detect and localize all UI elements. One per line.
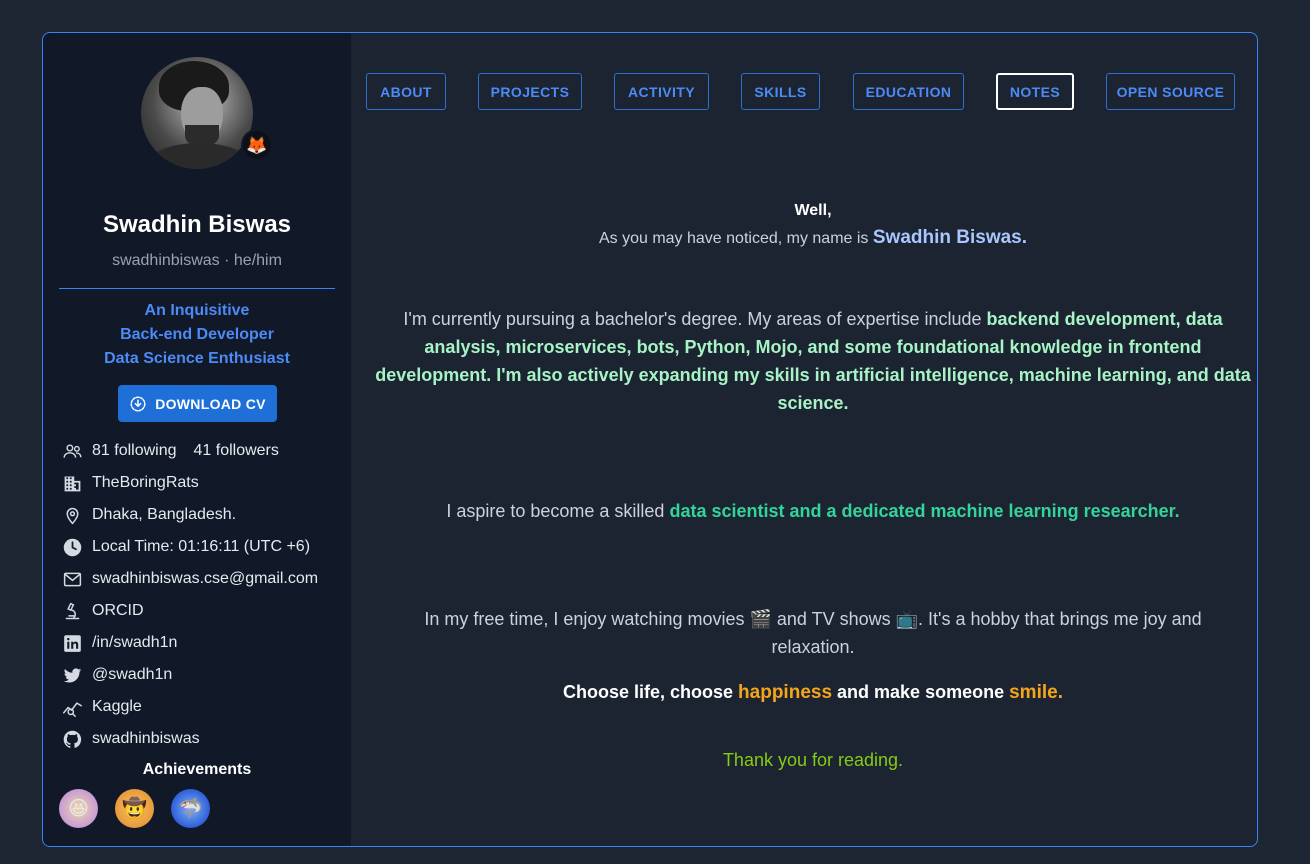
- tab-bar: ABOUT PROJECTS ACTIVITY SKILLS EDUCATION…: [366, 73, 1246, 110]
- happiness-word: happiness: [738, 682, 833, 703]
- kaggle-link[interactable]: Kaggle: [92, 698, 142, 716]
- profile-name: Swadhin Biswas: [102, 211, 292, 238]
- role-line: An Inquisitive: [144, 302, 250, 319]
- achievements-title: Achievements: [142, 761, 252, 778]
- sidebar: 🦊 Swadhin Biswas swadhinbiswas · he/him …: [43, 33, 351, 846]
- tab-notes[interactable]: NOTES: [996, 73, 1074, 110]
- profile-info-list: 81 following 41 followers TheBoringRats …: [61, 435, 351, 755]
- divider: [59, 288, 335, 289]
- aspire-text: I aspire to become a skilled: [446, 501, 670, 521]
- thanks-line: Thank you for reading.: [722, 750, 904, 770]
- local-time: Local Time: 01:16:11 (UTC +6): [61, 531, 351, 563]
- achievement-quickdraw-icon[interactable]: 😆: [59, 789, 98, 828]
- free-time-paragraph: In my free time, I enjoy watching movies…: [424, 609, 1202, 657]
- chart-search-icon: [61, 696, 83, 718]
- mail-icon: [61, 568, 83, 590]
- achievement-pull-shark-icon[interactable]: 🤠: [115, 789, 154, 828]
- orcid-link[interactable]: ORCID: [92, 602, 144, 620]
- aspire-paragraph: I aspire to become a skilled data scient…: [373, 497, 1253, 525]
- follow-stats: 81 following 41 followers: [61, 435, 351, 467]
- fox-status-icon: 🦊: [241, 129, 273, 161]
- download-cv-label: DOWNLOAD CV: [155, 395, 266, 412]
- degree-paragraph: I'm currently pursuing a bachelor's degr…: [373, 305, 1253, 417]
- profile-handle: swadhinbiswas · he/him: [112, 252, 282, 269]
- choose-life-line: Choose life, choose happiness and make s…: [373, 678, 1253, 707]
- email: swadhinbiswas.cse@gmail.com: [61, 563, 351, 595]
- tab-skills[interactable]: SKILLS: [741, 73, 820, 110]
- organization-label[interactable]: TheBoringRats: [92, 474, 199, 492]
- orcid: ORCID: [61, 595, 351, 627]
- aspire-highlight: data scientist and a dedicated machine l…: [669, 501, 1180, 521]
- github-link[interactable]: swadhinbiswas: [92, 730, 200, 748]
- linkedin-icon: [61, 632, 83, 654]
- linkedin-link[interactable]: /in/swadh1n: [92, 634, 177, 652]
- tab-projects[interactable]: PROJECTS: [478, 73, 582, 110]
- tab-activity[interactable]: ACTIVITY: [614, 73, 709, 110]
- email-link[interactable]: swadhinbiswas.cse@gmail.com: [92, 570, 318, 588]
- organization: TheBoringRats: [61, 467, 351, 499]
- tab-open-source[interactable]: OPEN SOURCE: [1106, 73, 1235, 110]
- twitter-link[interactable]: @swadh1n: [92, 666, 172, 684]
- achievements-row: 😆 🤠 🦈: [59, 789, 210, 828]
- tab-education[interactable]: EDUCATION: [853, 73, 964, 110]
- choose-text-2: and make someone: [832, 682, 1010, 702]
- linkedin: /in/swadh1n: [61, 627, 351, 659]
- building-icon: [61, 472, 83, 494]
- intro-text: As you may have noticed, my name is: [598, 230, 873, 247]
- degree-text: I'm currently pursuing a bachelor's degr…: [403, 309, 987, 329]
- microscope-icon: [61, 600, 83, 622]
- github: swadhinbiswas: [61, 723, 351, 755]
- twitter: @swadh1n: [61, 659, 351, 691]
- location-label: Dhaka, Bangladesh.: [92, 506, 237, 523]
- role-line: Back-end Developer: [120, 326, 274, 343]
- intro-name: Swadhin Biswas.: [872, 227, 1028, 248]
- followers-link[interactable]: 41 followers: [194, 442, 279, 460]
- role-line: Data Science Enthusiast: [104, 350, 290, 367]
- intro-paragraph: Well, As you may have noticed, my name i…: [373, 197, 1253, 252]
- roles: An Inquisitive Back-end Developer Data S…: [43, 299, 351, 371]
- following-link[interactable]: 81 following: [92, 442, 177, 460]
- local-time-label: Local Time: 01:16:11 (UTC +6): [92, 538, 311, 555]
- achievement-yolo-icon[interactable]: 🦈: [171, 789, 210, 828]
- people-icon: [61, 440, 83, 462]
- download-cv-button[interactable]: DOWNLOAD CV: [118, 385, 277, 422]
- well-text: Well,: [794, 202, 832, 219]
- twitter-icon: [61, 664, 83, 686]
- profile-card: 🦊 Swadhin Biswas swadhinbiswas · he/him …: [42, 32, 1258, 847]
- tab-about[interactable]: ABOUT: [366, 73, 446, 110]
- download-circle-icon: [130, 396, 146, 411]
- location-pin-icon: [61, 504, 83, 526]
- kaggle: Kaggle: [61, 691, 351, 723]
- smile-word: smile.: [1009, 682, 1063, 703]
- location: Dhaka, Bangladesh.: [61, 499, 351, 531]
- clock-icon: [61, 536, 83, 558]
- choose-text-1: Choose life, choose: [563, 682, 739, 702]
- github-icon: [61, 728, 83, 750]
- avatar: [141, 57, 253, 169]
